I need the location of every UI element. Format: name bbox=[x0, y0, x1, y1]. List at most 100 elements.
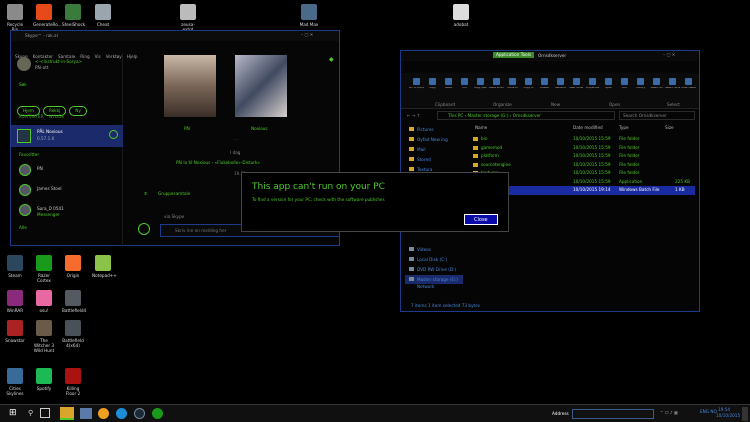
file-row[interactable]: gamemod 10/10/2015 15:59 File folder bbox=[469, 144, 695, 153]
desktop-icon[interactable]: GenerateRo... bbox=[33, 4, 62, 27]
contact-row[interactable]: Sora_D 0541 Messenger bbox=[11, 201, 123, 221]
desktop-icon[interactable]: osu! bbox=[33, 290, 55, 313]
razer-icon[interactable] bbox=[152, 408, 163, 419]
ribbon-button[interactable]: Invert selection bbox=[681, 78, 696, 100]
ribbon-button[interactable]: Copy path bbox=[473, 78, 488, 100]
column-header[interactable]: Type bbox=[619, 125, 629, 130]
nav-item[interactable]: DVD RW Drive (D:) bbox=[405, 265, 463, 274]
nav-item[interactable]: Mail bbox=[405, 145, 463, 154]
steam-icon[interactable] bbox=[134, 408, 145, 419]
group-call-label[interactable]: Gruppesamtale bbox=[158, 191, 190, 196]
desktop-icon[interactable]: Notepad++ bbox=[92, 255, 117, 278]
ribbon-button[interactable]: Pin to Quick access bbox=[409, 78, 424, 100]
nav-item[interactable]: Videos bbox=[405, 245, 463, 254]
address-bar[interactable]: This PC › Master storage (G:) › Ornsdkse… bbox=[437, 111, 615, 120]
close-button[interactable]: Close bbox=[464, 214, 498, 225]
desktop-icon[interactable]: Cheat bbox=[92, 4, 114, 27]
desktop-icon[interactable]: Steam bbox=[4, 255, 26, 278]
nav-item[interactable]: Local Disk (C:) bbox=[405, 255, 463, 264]
search-box[interactable]: Search Ornsdkserver bbox=[619, 111, 695, 120]
desktop-icon[interactable]: zeusa-extrd bbox=[177, 4, 199, 32]
desktop-icon[interactable]: WinRAR bbox=[4, 290, 26, 313]
nav-item[interactable]: Master storage (G:) bbox=[405, 275, 463, 284]
ribbon-button[interactable]: Move to bbox=[505, 78, 520, 100]
task-view-icon[interactable] bbox=[40, 408, 50, 418]
selected-contact[interactable]: PÅL Noxious 0.57.1.0 bbox=[11, 125, 123, 147]
column-header[interactable]: Size bbox=[665, 125, 674, 130]
ribbon-button[interactable]: Edit bbox=[617, 78, 632, 100]
call-icon[interactable] bbox=[109, 130, 118, 139]
ribbon-button[interactable]: Paste bbox=[441, 78, 456, 100]
ribbon-button[interactable]: Properties bbox=[585, 78, 600, 100]
desktop-icon[interactable]: Origin bbox=[62, 255, 84, 278]
file-row[interactable]: platform 10/10/2015 15:59 File folder bbox=[469, 152, 695, 161]
nav-item[interactable]: Pictures bbox=[405, 125, 463, 134]
desktop-icon-label: GenerateRo... bbox=[33, 22, 62, 27]
desktop-icon[interactable]: Killing Floor 2 bbox=[62, 368, 84, 396]
nav-network[interactable]: Network bbox=[417, 284, 434, 289]
tab-contacts[interactable]: KONTAKTER bbox=[19, 114, 44, 119]
nav-item[interactable]: Stored bbox=[405, 155, 463, 164]
desktop-icon[interactable]: Battlefield4 bbox=[62, 290, 86, 313]
folder-icon[interactable] bbox=[80, 408, 92, 419]
nav-item-label: Videos bbox=[417, 247, 431, 252]
search-icon[interactable]: ⚲ bbox=[28, 409, 33, 417]
mood-message[interactable]: <-<Instrukt-in-Sorya> bbox=[35, 59, 82, 64]
window-controls[interactable]: – ▢ ✕ bbox=[663, 52, 675, 57]
tray-icons[interactable]: ⌃ ☐ ♪ ▦ bbox=[660, 410, 678, 415]
clock-time[interactable]: 19:54 bbox=[718, 407, 730, 412]
desktop-icon[interactable]: adobat bbox=[450, 4, 472, 27]
file-size: 1 KB bbox=[675, 187, 685, 192]
ribbon-button[interactable]: Copy to bbox=[521, 78, 536, 100]
contact-avatar bbox=[19, 164, 31, 176]
ribbon-button[interactable]: History bbox=[633, 78, 648, 100]
search-input[interactable]: Søk bbox=[19, 82, 27, 87]
contact-row[interactable]: James Stoel bbox=[11, 181, 123, 201]
ribbon-button[interactable]: Cut bbox=[457, 78, 472, 100]
folder-icon bbox=[473, 162, 478, 167]
window-controls[interactable]: – ▢ ✕ bbox=[301, 32, 313, 37]
desktop-icon[interactable]: Battlefield 4(x64) bbox=[62, 320, 84, 348]
contact-row[interactable]: Pål bbox=[11, 161, 123, 181]
avatar[interactable] bbox=[17, 57, 31, 71]
address-toolbar-input[interactable] bbox=[572, 409, 654, 419]
ribbon-button[interactable]: Rename bbox=[553, 78, 568, 100]
ribbon-button[interactable]: Select none bbox=[665, 78, 680, 100]
contact-photo-2[interactable] bbox=[235, 55, 287, 117]
desktop-icon[interactable]: Recycle Bin bbox=[4, 4, 26, 32]
attach-icon[interactable] bbox=[138, 223, 150, 235]
column-header[interactable]: Name bbox=[475, 125, 487, 130]
skype-nav-button[interactable]: Ny bbox=[69, 106, 87, 117]
desktop-icon[interactable]: Spotify bbox=[33, 368, 55, 391]
all-contacts-header[interactable]: Alle bbox=[19, 225, 27, 230]
tab-recent[interactable]: NYLIGE bbox=[49, 114, 64, 119]
app-tools-tab[interactable]: Application Tools bbox=[493, 52, 535, 59]
phone-icon[interactable]: ✆ bbox=[144, 191, 148, 196]
desktop-icon[interactable]: Cities Skylines bbox=[4, 368, 26, 396]
desktop-icon[interactable]: Mad Max bbox=[298, 4, 320, 27]
file-row[interactable]: sourcetengine 10/10/2015 15:59 File folder bbox=[469, 161, 695, 170]
file-row[interactable]: bin 10/10/2015 15:59 File folder bbox=[469, 135, 695, 144]
ribbon-button[interactable]: Select all bbox=[649, 78, 664, 100]
language-indicator[interactable]: ENG NO bbox=[700, 409, 717, 414]
ribbon-button[interactable]: Delete bbox=[537, 78, 552, 100]
show-desktop-button[interactable] bbox=[742, 407, 748, 421]
nav-arrows-icon[interactable]: ← → ↑ bbox=[407, 113, 420, 118]
ribbon-button[interactable]: Open bbox=[601, 78, 616, 100]
ribbon-button[interactable]: Copy bbox=[425, 78, 440, 100]
start-button[interactable]: ⊞ bbox=[9, 408, 17, 418]
contact-photo-1[interactable] bbox=[164, 55, 216, 117]
desktop-icon[interactable]: Razer Cortex bbox=[33, 255, 55, 283]
browser-icon[interactable] bbox=[98, 408, 109, 419]
nav-item[interactable]: Oyfad New ing bbox=[405, 135, 463, 144]
desktop-icon[interactable]: Snowstar bbox=[4, 320, 26, 343]
ribbon-button[interactable]: New folder bbox=[569, 78, 584, 100]
desktop-icon[interactable]: The Witcher 3 Wild Hunt bbox=[33, 320, 55, 353]
column-header[interactable]: Date modified bbox=[573, 125, 603, 130]
desktop-icon[interactable]: SteelShock bbox=[62, 4, 85, 27]
skype-icon[interactable] bbox=[116, 408, 127, 419]
file-explorer-icon[interactable] bbox=[60, 407, 74, 420]
ribbon-button[interactable]: Paste shortcut bbox=[489, 78, 504, 100]
profile-status[interactable]: Pål-ott bbox=[35, 65, 49, 70]
clock-date[interactable]: 10/10/2015 bbox=[716, 413, 740, 418]
